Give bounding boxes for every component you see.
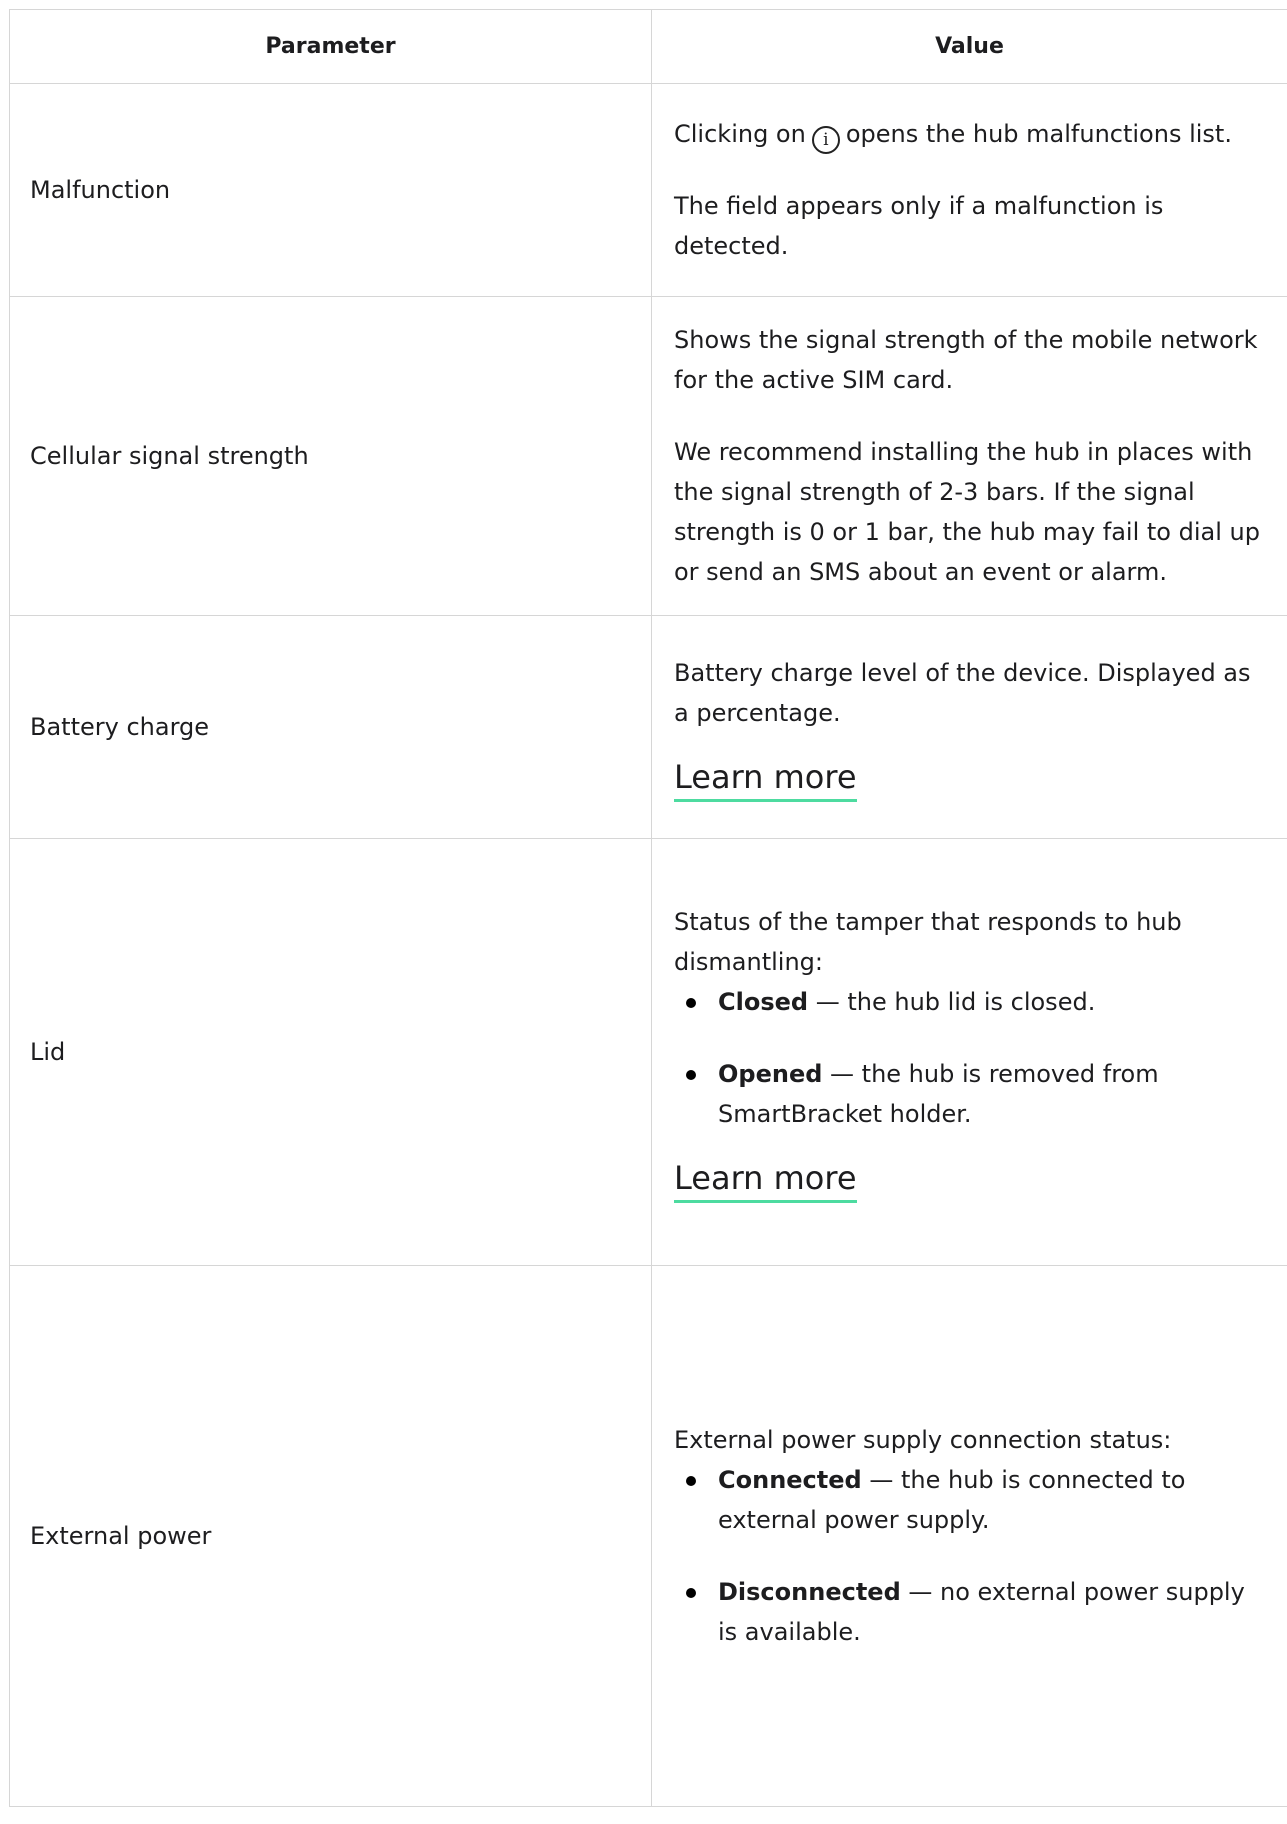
list-item: Opened — the hub is removed from SmartBr… xyxy=(674,1054,1265,1134)
table-row-lid: Lid Status of the tamper that responds t… xyxy=(9,838,1287,1266)
header-parameter: Parameter xyxy=(9,9,652,84)
param-malfunction: Malfunction xyxy=(9,83,652,297)
header-value: Value xyxy=(651,9,1287,84)
malfunction-description: Clicking on i opens the hub malfunctions l… xyxy=(674,114,1265,154)
hub-parameters-table: Parameter Value Malfunction Clicking on i… xyxy=(9,9,1287,1807)
malfunction-text-after: opens the hub malfunctions list. xyxy=(845,120,1232,148)
lid-status-list: Closed — the hub lid is closed. Opened —… xyxy=(674,982,1265,1134)
lid-description: Status of the tamper that responds to hu… xyxy=(674,907,1182,976)
value-lid: Status of the tamper that responds to hu… xyxy=(651,838,1287,1266)
malfunction-text-before: Clicking on xyxy=(674,120,806,148)
list-item: Closed — the hub lid is closed. xyxy=(674,982,1265,1022)
battery-learn-more-link[interactable]: Learn more xyxy=(674,755,857,802)
lid-learn-more-link[interactable]: Learn more xyxy=(674,1156,857,1203)
status-term: Connected xyxy=(718,1466,862,1494)
list-item: Connected — the hub is connected to exte… xyxy=(674,1460,1265,1540)
value-external-power: External power supply connection status:… xyxy=(651,1265,1287,1807)
cellular-description: Shows the signal strength of the mobile … xyxy=(674,326,1258,394)
table-row-malfunction: Malfunction Clicking on i opens the hub ma… xyxy=(9,83,1287,297)
status-desc: — the hub lid is closed. xyxy=(808,987,1096,1016)
list-item: Disconnected — no external power supply … xyxy=(674,1572,1265,1652)
table-row-external-power: External power External power supply con… xyxy=(9,1265,1287,1807)
malfunction-note: The field appears only if a malfunction … xyxy=(674,192,1164,260)
status-term: Opened xyxy=(718,1059,823,1088)
power-status-list: Connected — the hub is connected to exte… xyxy=(674,1460,1265,1652)
param-battery: Battery charge xyxy=(9,615,652,839)
status-term: Disconnected xyxy=(718,1578,901,1606)
value-malfunction: Clicking on i opens the hub malfunctions l… xyxy=(651,83,1287,297)
documentation-page: Parameter Value Malfunction Clicking on i… xyxy=(0,0,1287,1824)
info-circle-icon[interactable]: i xyxy=(811,126,840,154)
battery-description: Battery charge level of the device. Disp… xyxy=(674,658,1251,727)
param-external-power: External power xyxy=(9,1265,652,1807)
cellular-recommendation: We recommend installing the hub in place… xyxy=(674,438,1260,586)
status-term: Closed xyxy=(718,987,809,1016)
value-battery: Battery charge level of the device. Disp… xyxy=(651,615,1287,839)
value-cellular: Shows the signal strength of the mobile … xyxy=(651,296,1287,616)
power-description: External power supply connection status: xyxy=(674,1426,1172,1454)
table-row-cellular: Cellular signal strength Shows the signa… xyxy=(9,296,1287,616)
param-cellular: Cellular signal strength xyxy=(9,296,652,616)
table-row-battery: Battery charge Battery charge level of t… xyxy=(9,615,1287,839)
param-lid: Lid xyxy=(9,838,652,1266)
table-header-row: Parameter Value xyxy=(9,9,1287,84)
